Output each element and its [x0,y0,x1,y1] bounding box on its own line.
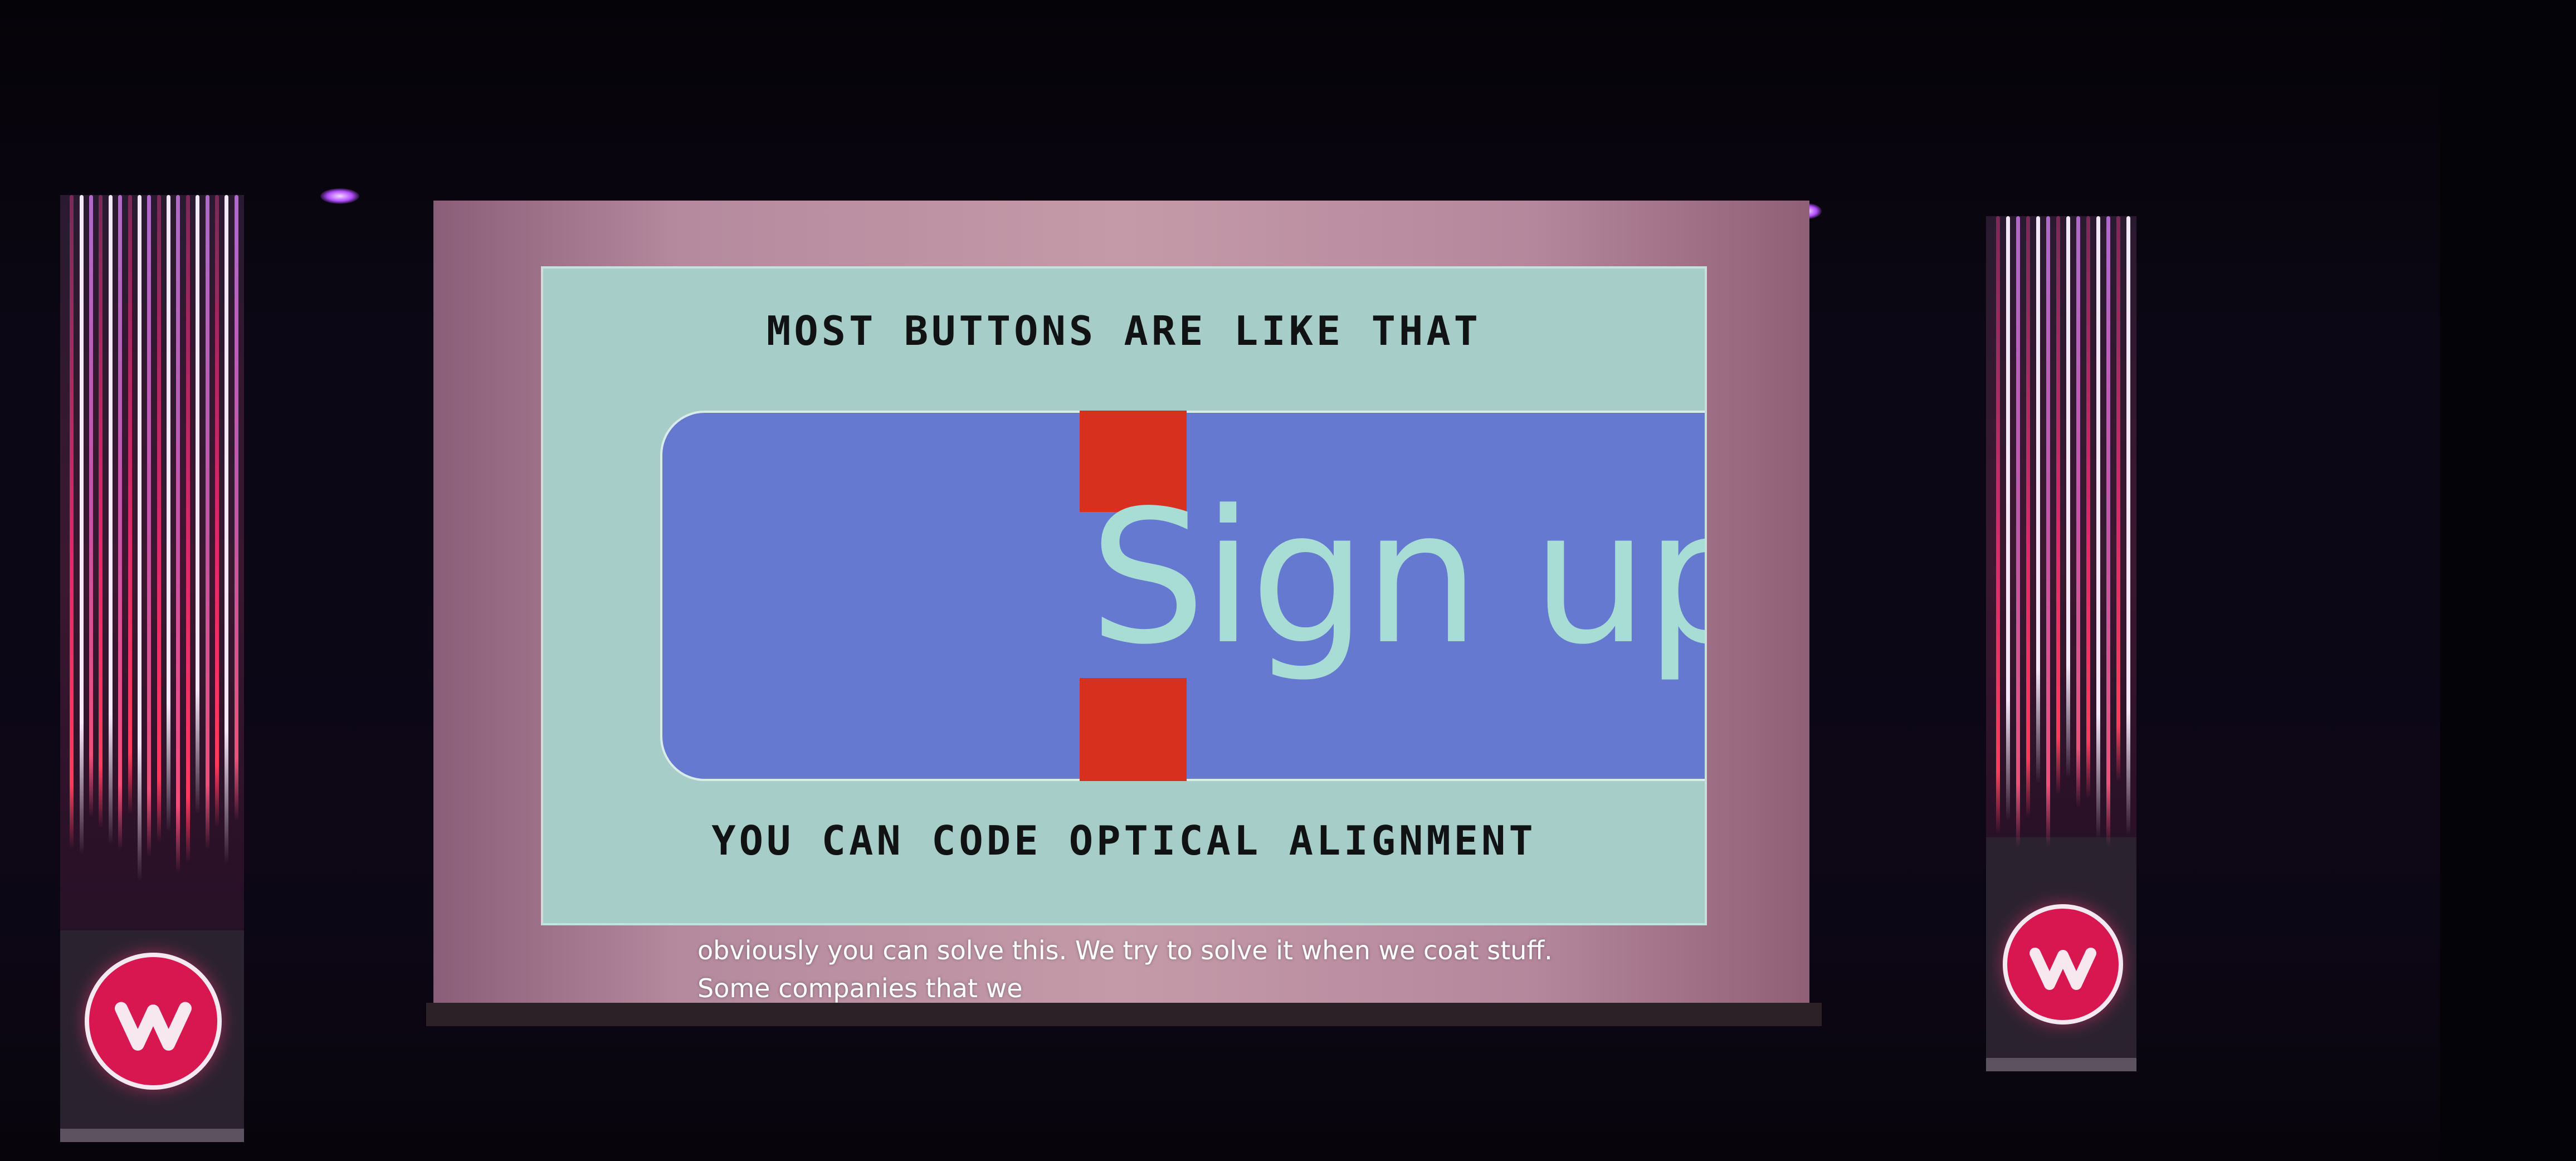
banner-light-strip [79,195,84,855]
banner-light-strip [2036,216,2040,784]
banner-light-strip [89,195,94,818]
banner-light-strip [1996,216,2000,835]
banner-light-strip [186,195,190,863]
right-banner [1986,216,2136,1071]
banner-light-strip [214,195,219,828]
slide-heading-bottom: YOU CAN CODE OPTICAL ALIGNMENT [711,817,1536,864]
stage-light-left [320,188,359,204]
banner-light-strip [137,195,142,881]
slide-heading-top: MOST BUTTONS ARE LIKE THAT [766,308,1482,354]
banner-light-strip [2056,216,2060,794]
banner-light-strip [2016,216,2020,848]
button-example: Sign up [543,411,1705,781]
banner-light-strip [2106,216,2110,847]
banner-light-strip [2126,216,2130,836]
caption-line: obviously you can solve this. We try to … [697,935,1553,965]
banner-light-strip [205,195,209,850]
banner-light-strip [2096,216,2100,839]
banner-light-strip [176,195,180,874]
banner-light-strip [2076,216,2080,808]
presentation-slide: MOST BUTTONS ARE LIKE THAT Sign up YOU C… [543,269,1705,923]
w-logo-icon [2003,904,2123,1025]
banner-light-strip [108,195,113,845]
alignment-marker-bottom [1080,678,1187,781]
banner-light-strip [2086,216,2090,799]
stage-floor [0,1031,2576,1161]
banner-light-strip [2066,216,2070,778]
banner-light-strip [2006,216,2010,822]
live-captions: obviously you can solve this. We try to … [697,931,1589,1007]
banner-light-strip [99,195,103,828]
banner-light-strip [2116,216,2120,782]
banner-light-strip [167,195,171,832]
banner-light-strip [70,195,74,849]
banner-light-strip [196,195,200,814]
banner-light-strip [157,195,161,842]
banner-light-strip [2026,216,2030,818]
signup-button-label: Sign up [1089,471,1705,685]
banner-light-strip [118,195,123,850]
banner-light-strip [234,195,238,821]
banner-light-strip [2046,216,2050,847]
side-wall [2440,0,2576,1161]
left-banner [60,195,244,1142]
caption-line: Some companies that we [697,973,1023,1003]
w-logo-icon [85,953,222,1090]
banner-light-strip [147,195,152,857]
banner-light-strip [128,195,132,814]
banner-light-strip [225,195,229,864]
